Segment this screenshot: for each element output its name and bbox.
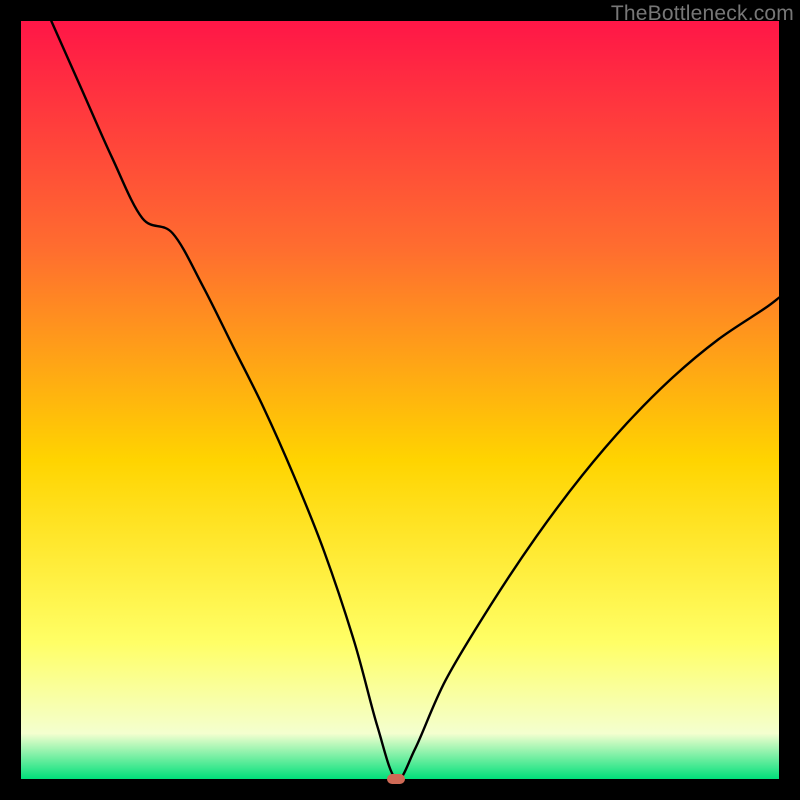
minimum-marker: [387, 774, 405, 784]
bottleneck-curve: [51, 21, 779, 779]
curve-layer: [21, 21, 779, 779]
watermark-text: TheBottleneck.com: [611, 2, 794, 26]
plot-area: [21, 21, 779, 779]
chart-stage: TheBottleneck.com: [0, 0, 800, 800]
